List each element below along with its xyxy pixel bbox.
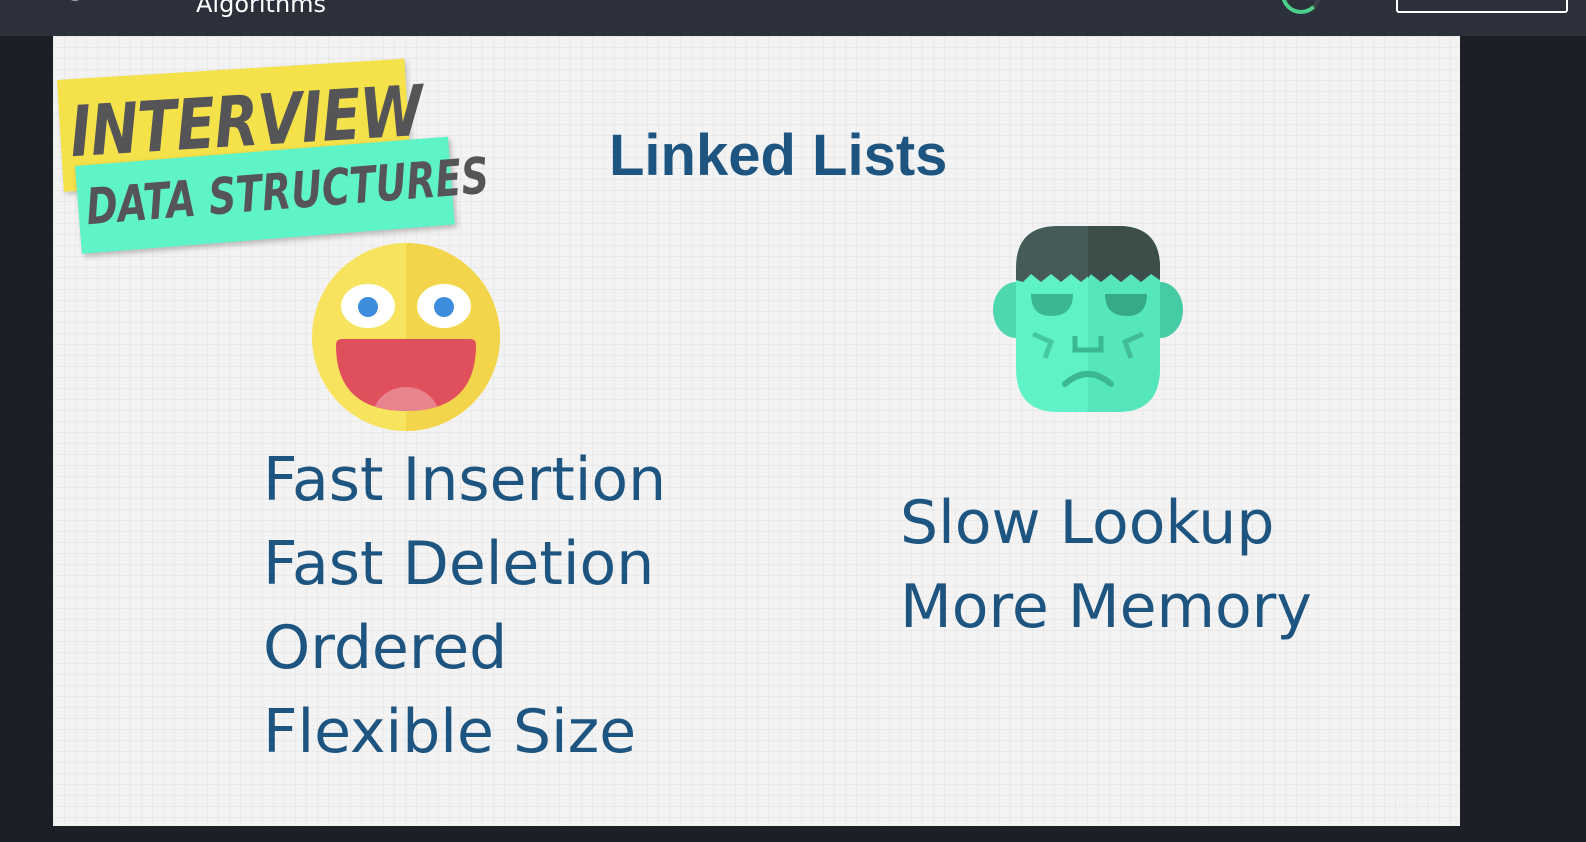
- frankenstein-monster-icon: [993, 226, 1183, 412]
- player-bottom-edge: [0, 826, 1586, 842]
- udemy-logo-icon[interactable]: [0, 0, 150, 6]
- disadvantage-item: More Memory: [900, 572, 1312, 642]
- slide-title: Linked Lists: [609, 123, 948, 188]
- disadvantage-item: Slow Lookup: [900, 488, 1275, 558]
- player-right-margin: [1460, 36, 1586, 842]
- udemy-watermark: Udemy: [1396, 800, 1439, 814]
- header-action-button[interactable]: [1396, 0, 1568, 13]
- progress-ring-icon[interactable]: [1281, 0, 1321, 14]
- lecture-video-slide[interactable]: INTERVIEW DATA STRUCTURES Linked Lists F…: [53, 36, 1460, 826]
- player-left-margin: [0, 36, 53, 842]
- advantage-item: Fast Insertion: [263, 445, 667, 515]
- course-header-bar: Algorithms: [0, 0, 1586, 36]
- happy-face-icon: [312, 243, 500, 431]
- course-title[interactable]: Algorithms: [196, 0, 326, 18]
- advantages-list: Fast Insertion Fast Deletion Ordered Fle…: [263, 438, 666, 774]
- advantage-item: Fast Deletion: [263, 529, 655, 599]
- disadvantages-list: Slow Lookup More Memory: [900, 481, 1312, 649]
- advantage-item: Ordered: [263, 613, 508, 683]
- advantage-item: Flexible Size: [263, 697, 637, 767]
